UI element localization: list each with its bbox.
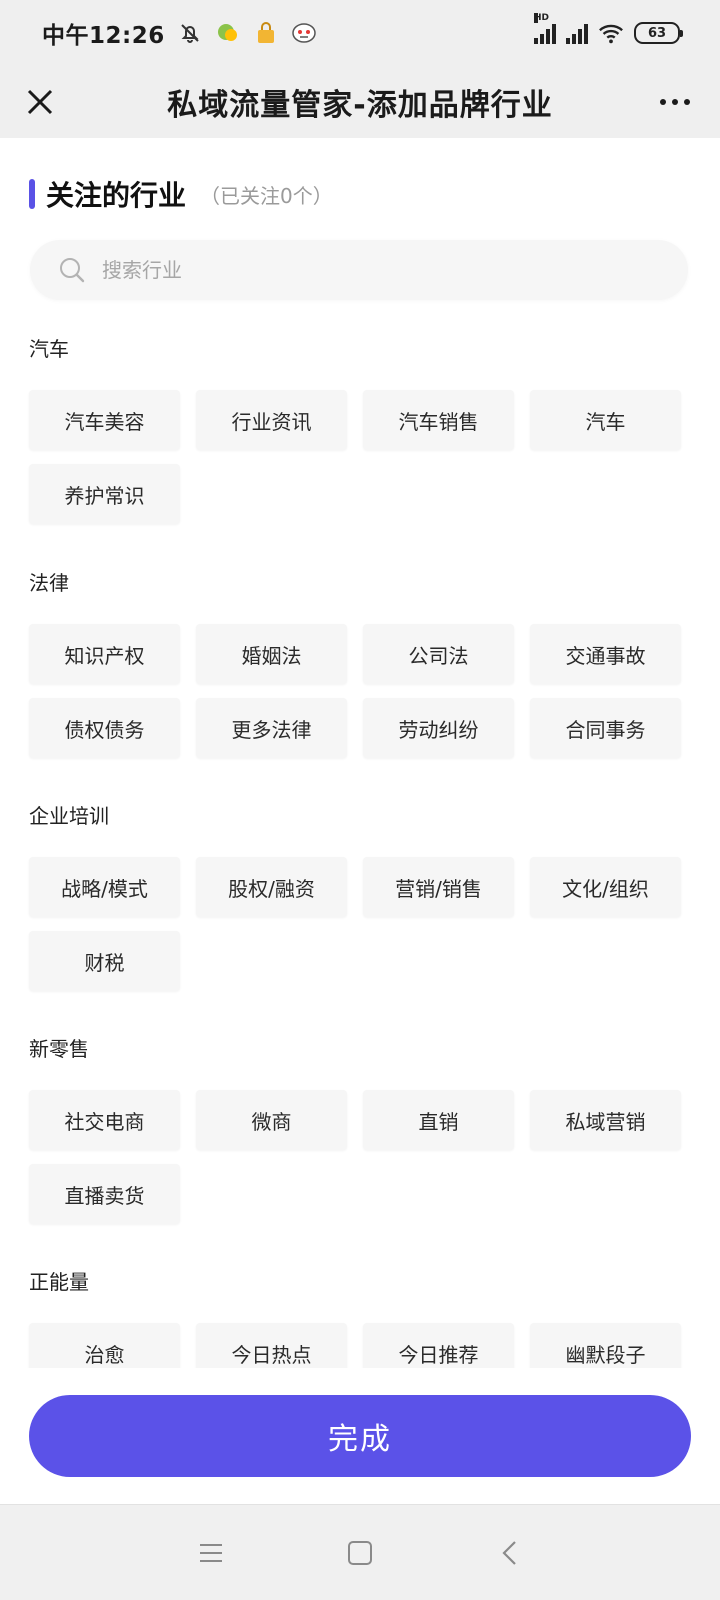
- tag-item[interactable]: 公司法: [363, 624, 514, 684]
- tag-item[interactable]: 汽车美容: [29, 390, 180, 450]
- wifi-icon: [598, 20, 624, 46]
- tag-item[interactable]: 股权/融资: [196, 857, 347, 917]
- nav-menu-button[interactable]: [187, 1529, 235, 1577]
- category-label: 新零售: [29, 1037, 89, 1061]
- battery-icon: 63: [634, 22, 683, 44]
- tag-item[interactable]: 直播卖货: [29, 1164, 180, 1224]
- nav-bar: [0, 1504, 720, 1600]
- category-label: 汽车: [29, 337, 69, 361]
- tag-item[interactable]: 知识产权: [29, 624, 180, 684]
- back-icon: [502, 1541, 516, 1565]
- category-label: 企业培训: [29, 804, 109, 828]
- bell-off-icon: [177, 20, 203, 46]
- nav-home-button[interactable]: [336, 1529, 384, 1577]
- tag-item[interactable]: 交通事故: [530, 624, 681, 684]
- signal-icon: [566, 22, 588, 44]
- done-button[interactable]: 完成: [29, 1395, 691, 1477]
- tag-item[interactable]: 今日推荐: [363, 1323, 514, 1368]
- category-auto: 汽车 汽车美容 行业资讯 汽车销售 汽车 养护常识: [29, 334, 689, 524]
- tag-item[interactable]: 合同事务: [530, 698, 681, 758]
- tag-list: 治愈 今日热点 今日推荐 幽默段子: [29, 1323, 689, 1368]
- more-button[interactable]: [652, 80, 698, 124]
- tag-item[interactable]: 养护常识: [29, 464, 180, 524]
- network-label: HD: [534, 13, 550, 23]
- tag-item[interactable]: 营销/销售: [363, 857, 514, 917]
- tag-item[interactable]: 更多法律: [196, 698, 347, 758]
- tag-item[interactable]: 婚姻法: [196, 624, 347, 684]
- tag-item[interactable]: 治愈: [29, 1323, 180, 1368]
- tag-item[interactable]: 劳动纠纷: [363, 698, 514, 758]
- signal-icon: HD: [534, 13, 556, 44]
- tag-item[interactable]: 行业资讯: [196, 390, 347, 450]
- nav-back-button[interactable]: [486, 1529, 534, 1577]
- close-button[interactable]: [18, 80, 62, 124]
- page-title: 私域流量管家-添加品牌行业: [167, 88, 553, 123]
- category-new-retail: 新零售 社交电商 微商 直销 私域营销 直播卖货: [29, 1034, 689, 1224]
- tag-item[interactable]: 今日热点: [196, 1323, 347, 1368]
- menu-icon: [200, 1544, 222, 1562]
- status-left: 中午12:26: [42, 16, 317, 50]
- tag-item[interactable]: 财税: [29, 931, 180, 991]
- search-icon: [60, 258, 85, 283]
- category-law: 法律 知识产权 婚姻法 公司法 交通事故 债权债务 更多法律 劳动纠纷 合同事务: [29, 568, 689, 758]
- status-time: 中午12:26: [42, 23, 165, 49]
- category-label: 法律: [29, 571, 69, 595]
- tag-list: 汽车美容 行业资讯 汽车销售 汽车 养护常识: [29, 390, 689, 524]
- tag-item[interactable]: 汽车销售: [363, 390, 514, 450]
- category-positive-energy: 正能量 治愈 今日热点 今日推荐 幽默段子: [29, 1267, 689, 1368]
- home-icon: [348, 1541, 372, 1565]
- tag-list: 知识产权 婚姻法 公司法 交通事故 债权债务 更多法律 劳动纠纷 合同事务: [29, 624, 689, 758]
- title-bar: 私域流量管家-添加品牌行业: [0, 66, 720, 138]
- tag-item[interactable]: 债权债务: [29, 698, 180, 758]
- section-title: 关注的行业: [46, 179, 187, 212]
- tag-item[interactable]: 社交电商: [29, 1090, 180, 1150]
- status-right: HD 63: [534, 13, 683, 46]
- more-dots-icon: [660, 99, 666, 105]
- tag-item[interactable]: 幽默段子: [530, 1323, 681, 1368]
- tag-item[interactable]: 汽车: [530, 390, 681, 450]
- tag-item[interactable]: 战略/模式: [29, 857, 180, 917]
- followed-count: （已关注0个）: [200, 183, 333, 208]
- category-label: 正能量: [29, 1270, 89, 1294]
- search-box[interactable]: [30, 240, 688, 300]
- tag-item[interactable]: 直销: [363, 1090, 514, 1150]
- section-header: 关注的行业 （已关注0个）: [29, 174, 333, 214]
- category-training: 企业培训 战略/模式 股权/融资 营销/销售 文化/组织 财税: [29, 801, 689, 991]
- status-bar: 中午12:26 HD 63: [0, 0, 720, 66]
- tag-item[interactable]: 微商: [196, 1090, 347, 1150]
- lock-app-icon: [253, 20, 279, 46]
- tag-list: 社交电商 微商 直销 私域营销 直播卖货: [29, 1090, 689, 1224]
- close-icon: [27, 89, 53, 115]
- search-input[interactable]: [102, 258, 602, 282]
- tag-item[interactable]: 私域营销: [530, 1090, 681, 1150]
- content-scroll-area[interactable]: 关注的行业 （已关注0个） 汽车 汽车美容 行业资讯 汽车销售 汽车 养护常识 …: [0, 138, 720, 1368]
- face-app-icon: [291, 20, 317, 46]
- footer: 完成: [0, 1368, 720, 1504]
- tag-item[interactable]: 文化/组织: [530, 857, 681, 917]
- accent-bar: [29, 179, 35, 209]
- chat-app-icon: [215, 20, 241, 46]
- tag-list: 战略/模式 股权/融资 营销/销售 文化/组织 财税: [29, 857, 689, 991]
